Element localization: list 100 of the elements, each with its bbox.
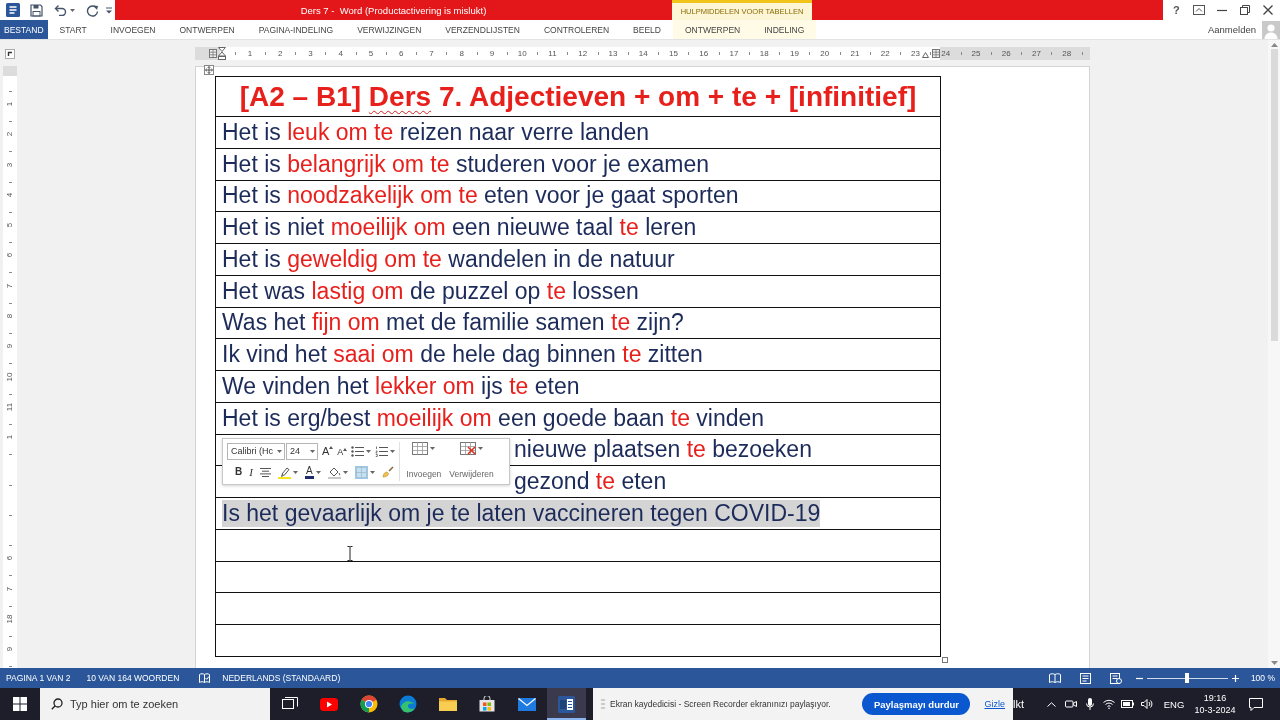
camera-icon[interactable] bbox=[1064, 699, 1077, 709]
redo-icon[interactable] bbox=[86, 3, 99, 17]
zoom-in-icon[interactable] bbox=[1231, 674, 1239, 682]
table-column-marker-icon[interactable] bbox=[932, 49, 940, 58]
battery-icon[interactable] bbox=[1121, 700, 1134, 708]
ribbon-display-icon[interactable] bbox=[1192, 5, 1205, 15]
caret-icon[interactable] bbox=[366, 449, 372, 453]
indent-marker-icon[interactable] bbox=[922, 52, 929, 58]
insert-table-button[interactable]: Invoegen bbox=[404, 442, 444, 481]
windows-logo-icon[interactable] bbox=[13, 697, 27, 711]
ruler-number: 2 bbox=[278, 49, 283, 58]
word-count[interactable]: 10 VAN 164 WOORDEN bbox=[86, 673, 180, 683]
move-handle-icon[interactable] bbox=[204, 65, 214, 75]
table-title: [A2 – B1] Ders 7. Adjectieven + om + te + [infinitief] bbox=[239, 79, 917, 114]
customize-icon[interactable] bbox=[106, 6, 112, 14]
align-center-icon[interactable] bbox=[259, 467, 271, 477]
search-field[interactable]: Typ hier om te zoeken bbox=[40, 688, 270, 720]
page-count[interactable]: PAGINA 1 VAN 2 bbox=[6, 673, 71, 683]
web-page-icon[interactable] bbox=[1109, 672, 1122, 684]
shrink-font-button[interactable]: A bbox=[337, 447, 348, 457]
page-layout-icon[interactable] bbox=[1079, 672, 1091, 684]
ribbon-tab[interactable]: CONTROLEREN bbox=[531, 20, 622, 39]
folder-icon[interactable] bbox=[438, 697, 457, 711]
envelope-icon[interactable] bbox=[517, 697, 536, 711]
font-color-button[interactable]: A bbox=[304, 465, 314, 479]
undo-icon[interactable] bbox=[54, 4, 67, 16]
ribbon-tab[interactable]: ONTWERPEN bbox=[167, 20, 247, 39]
sign-in-link[interactable]: Aanmelden bbox=[1207, 24, 1256, 35]
ribbon-tab[interactable]: VERWIJZINGEN bbox=[345, 20, 434, 39]
scroll-thumb[interactable] bbox=[1270, 49, 1278, 341]
ribbon-tab[interactable]: INDELING bbox=[752, 20, 817, 39]
ruler-number: 6 bbox=[399, 49, 404, 58]
swirl-icon[interactable] bbox=[399, 695, 418, 713]
caret-icon[interactable] bbox=[342, 470, 348, 474]
save-icon[interactable] bbox=[30, 3, 43, 17]
chevron-up-icon[interactable] bbox=[1047, 701, 1056, 707]
help-button[interactable]: ? bbox=[1173, 4, 1180, 16]
vertical-scrollbar[interactable] bbox=[1268, 40, 1280, 668]
wifi-icon[interactable] bbox=[1102, 699, 1115, 709]
caret-icon[interactable] bbox=[277, 449, 282, 453]
clock-time[interactable]: 19:16 bbox=[1203, 692, 1227, 704]
taskbar-app-button[interactable] bbox=[546, 688, 586, 720]
font-name-dropdown[interactable]: Calibri (Hc bbox=[227, 442, 285, 460]
tab-stop-icon[interactable] bbox=[5, 49, 15, 59]
ribbon-tab[interactable]: PAGINA-INDELING bbox=[246, 20, 346, 39]
caret-icon[interactable] bbox=[369, 470, 375, 474]
caret-icon[interactable] bbox=[70, 8, 75, 12]
shopping-bag-icon[interactable] bbox=[479, 696, 496, 712]
ribbon-tab[interactable]: START bbox=[47, 20, 99, 39]
font-size-dropdown[interactable]: 24 bbox=[286, 442, 318, 460]
bullet-list-icon[interactable] bbox=[351, 445, 365, 457]
clock-date[interactable]: 10-3-2024 bbox=[1194, 704, 1236, 716]
caret-icon[interactable] bbox=[310, 449, 315, 453]
language-status[interactable]: NEDERLANDS (STANDAARD) bbox=[222, 673, 341, 683]
drag-grip-icon[interactable] bbox=[601, 699, 605, 709]
table-column-marker-icon[interactable] bbox=[209, 49, 217, 58]
open-book-icon[interactable] bbox=[1048, 672, 1061, 683]
restore-icon[interactable] bbox=[1240, 5, 1251, 15]
caret-icon[interactable] bbox=[390, 449, 396, 453]
caret-icon[interactable] bbox=[478, 447, 484, 450]
bold-button[interactable]: B bbox=[235, 467, 243, 477]
zoom-slider-thumb[interactable] bbox=[1185, 673, 1190, 683]
proofing-book-icon[interactable] bbox=[199, 673, 211, 683]
browser-icon[interactable] bbox=[359, 695, 378, 713]
task-view-icon[interactable] bbox=[281, 697, 298, 711]
ruler-number: 13 bbox=[608, 49, 618, 58]
delete-table-button[interactable]: Verwijderen bbox=[447, 442, 496, 481]
ribbon-tab[interactable]: BEELD bbox=[621, 20, 673, 39]
ribbon-tab[interactable]: VERZENDLIJSTEN bbox=[433, 20, 532, 39]
paint-bucket-icon[interactable] bbox=[327, 465, 341, 479]
document-icon[interactable] bbox=[557, 695, 575, 713]
hide-link[interactable]: Gizle bbox=[984, 699, 1005, 709]
input-language[interactable]: ENG bbox=[1157, 698, 1191, 710]
scroll-down-icon[interactable] bbox=[1270, 661, 1278, 665]
play-button-icon[interactable] bbox=[320, 697, 339, 711]
ruler-number: 26 bbox=[1001, 49, 1011, 58]
document-icon[interactable] bbox=[6, 3, 20, 17]
ruler-number: 1 bbox=[247, 49, 253, 58]
caret-icon[interactable] bbox=[292, 470, 298, 474]
ribbon-tab[interactable]: INVOEGEN bbox=[98, 20, 168, 39]
stop-sharing-button[interactable]: Paylaşmayı durdur bbox=[862, 693, 971, 715]
resize-handle-icon[interactable] bbox=[942, 657, 948, 663]
speaker-icon[interactable] bbox=[1140, 699, 1153, 709]
ruler-number: 4 bbox=[6, 192, 14, 198]
paintbrush-icon[interactable] bbox=[381, 466, 394, 478]
caret-icon[interactable] bbox=[315, 470, 321, 474]
scroll-up-icon[interactable] bbox=[1270, 43, 1278, 47]
notification-icon[interactable] bbox=[1249, 697, 1263, 711]
numbered-list-icon[interactable] bbox=[375, 445, 389, 457]
highlighter-icon[interactable] bbox=[277, 465, 291, 479]
microphone-icon[interactable] bbox=[1085, 698, 1094, 710]
caret-icon[interactable] bbox=[430, 447, 436, 450]
file-tab[interactable]: BESTAND bbox=[0, 20, 48, 39]
indent-marker-icon[interactable] bbox=[218, 47, 226, 60]
italic-button[interactable]: I bbox=[249, 466, 253, 478]
ribbon-tab[interactable]: ONTWERPEN bbox=[672, 20, 753, 39]
grow-font-button[interactable]: A bbox=[322, 445, 334, 457]
close-icon[interactable] bbox=[1263, 5, 1273, 15]
zoom-level[interactable]: 100 % bbox=[1250, 673, 1275, 683]
ruler-number: 7 bbox=[6, 283, 14, 288]
